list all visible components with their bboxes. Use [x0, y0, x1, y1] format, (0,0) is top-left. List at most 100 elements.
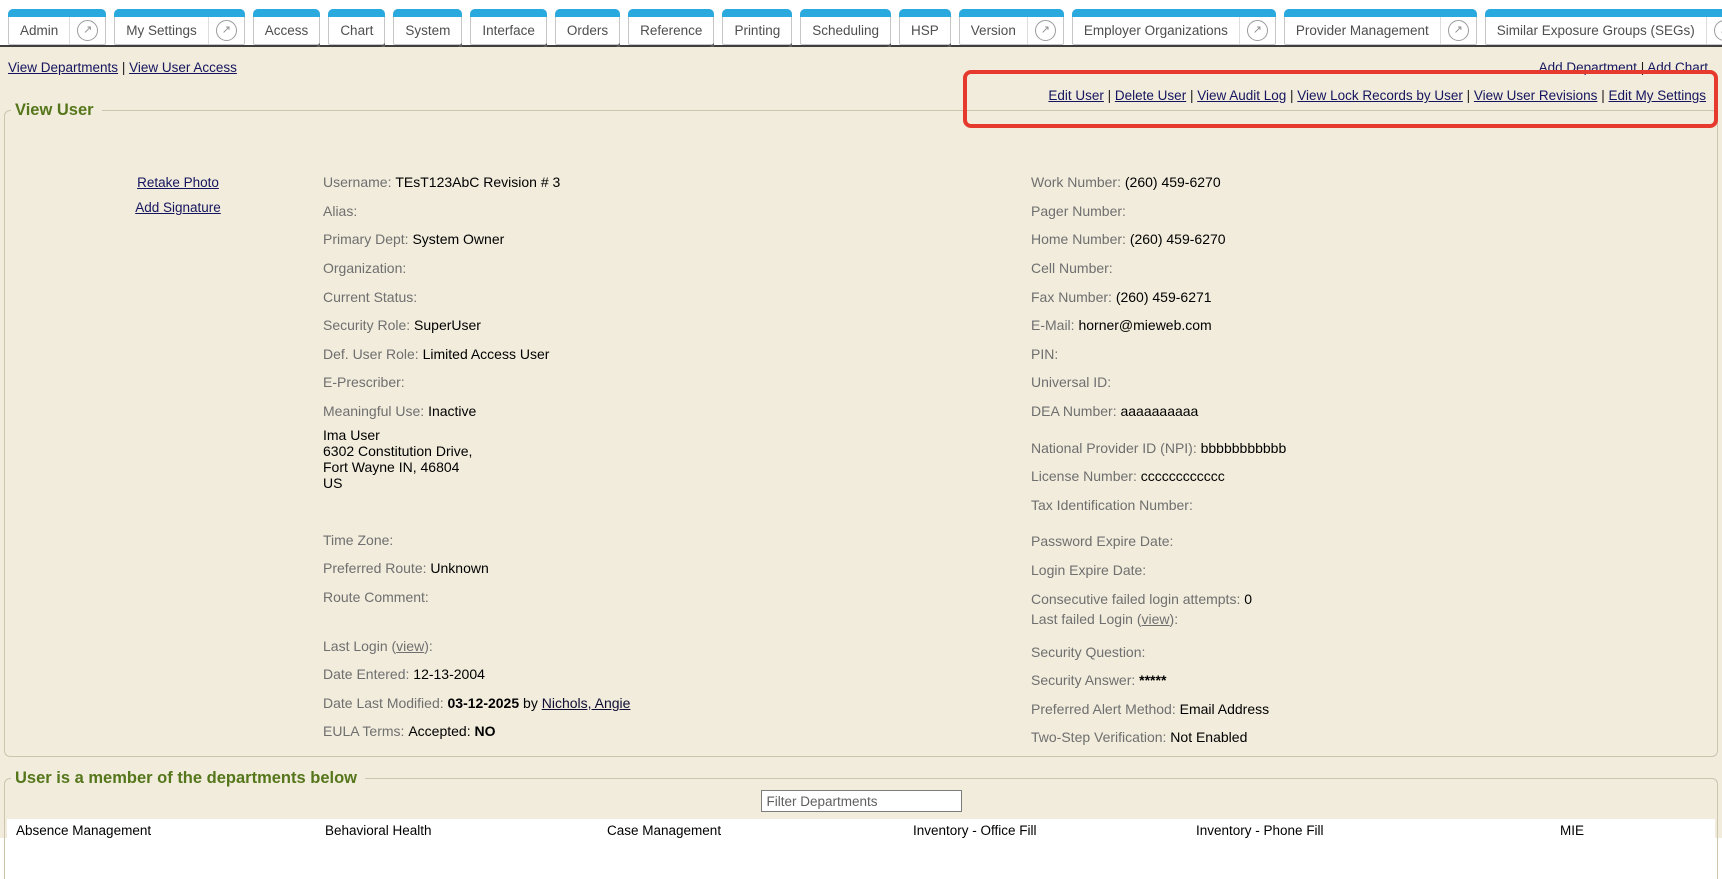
- tab-version[interactable]: Version ↗: [959, 9, 1064, 45]
- top-right-links: Add Department | Add Chart: [1539, 60, 1708, 75]
- department-absence-management[interactable]: Absence Management: [16, 823, 325, 838]
- tab-provider-management[interactable]: Provider Management↗: [1284, 9, 1477, 45]
- tab-external-segment[interactable]: ↗: [1239, 17, 1275, 44]
- separator: |: [1637, 60, 1647, 75]
- field-label: Password Expire Date:: [1031, 533, 1173, 549]
- tab-external-segment[interactable]: ↗: [1440, 17, 1476, 44]
- tab-bar: Admin↗My Settings↗AccessChartSystemInter…: [0, 0, 1722, 47]
- field-row: Meaningful Use: Inactive: [323, 397, 630, 426]
- field-value: Limited Access User: [423, 346, 550, 362]
- action-view-audit-log[interactable]: View Audit Log: [1197, 88, 1286, 103]
- departments-row: Absence ManagementBehavioral HealthCase …: [7, 819, 1715, 852]
- action-view-lock-records-by-user[interactable]: View Lock Records by User: [1297, 88, 1463, 103]
- action-view-user-revisions[interactable]: View User Revisions: [1474, 88, 1598, 103]
- link-retake-photo[interactable]: Retake Photo: [137, 170, 219, 195]
- field-row: Username: TEsT123AbC Revision # 3: [323, 168, 630, 197]
- inline-link-view[interactable]: view: [1142, 611, 1170, 627]
- tab-printing[interactable]: Printing: [722, 9, 792, 45]
- filter-departments-input[interactable]: [761, 790, 962, 812]
- tab-hsp[interactable]: HSP: [899, 9, 951, 45]
- tab-admin[interactable]: Admin ↗: [8, 9, 106, 45]
- department-inventory-office-fill[interactable]: Inventory - Office Fill: [913, 823, 1196, 838]
- field-row: Work Number: (260) 459-6270: [1031, 168, 1286, 197]
- field-row: Primary Dept: System Owner: [323, 225, 630, 254]
- field-label: Alias:: [323, 203, 357, 219]
- tab-interface[interactable]: Interface: [470, 9, 547, 45]
- department-inventory-phone-fill[interactable]: Inventory - Phone Fill: [1196, 823, 1560, 838]
- field-row: Last failed Login (view):: [1031, 609, 1286, 629]
- departments-title: User is a member of the departments belo…: [11, 769, 365, 788]
- address-line: 6302 Constitution Drive,: [323, 444, 630, 460]
- link-view-user-access[interactable]: View User Access: [129, 60, 237, 75]
- external-link-icon: ↗: [1035, 20, 1056, 41]
- field-value: cccccccccccc: [1141, 468, 1225, 484]
- field-label: Login Expire Date:: [1031, 562, 1146, 578]
- tab-similar-exposure-groups-segs[interactable]: Similar Exposure Groups (SEGs)↗: [1485, 9, 1722, 45]
- link-add-chart[interactable]: Add Chart: [1647, 60, 1708, 75]
- field-value: bbbbbbbbbbb: [1201, 440, 1287, 456]
- action-edit-my-settings[interactable]: Edit My Settings: [1608, 88, 1706, 103]
- tab-label: Orders: [556, 17, 619, 44]
- tab-external-segment[interactable]: ↗: [1027, 17, 1063, 44]
- tab-external-segment[interactable]: ↗: [1706, 17, 1722, 44]
- field-value: 0: [1244, 591, 1252, 607]
- tab-reference[interactable]: Reference: [628, 9, 714, 45]
- tab-label: Admin: [9, 17, 69, 44]
- photo-link-wrap: Add Signature: [73, 195, 283, 220]
- tab-my-settings[interactable]: My Settings↗: [114, 9, 245, 45]
- field-row: Fax Number: (260) 459-6271: [1031, 282, 1286, 311]
- inline-link-view[interactable]: view: [396, 638, 424, 654]
- tab-label: Interface: [471, 17, 546, 44]
- action-delete-user[interactable]: Delete User: [1115, 88, 1186, 103]
- tab-label: System: [394, 17, 461, 44]
- tab-scheduling[interactable]: Scheduling: [800, 9, 891, 45]
- external-link-icon: ↗: [216, 20, 237, 41]
- field-label: Meaningful Use:: [323, 403, 428, 419]
- field-row: DEA Number: aaaaaaaaaa: [1031, 397, 1286, 426]
- link-add-department[interactable]: Add Department: [1539, 60, 1637, 75]
- tab-label: Reference: [629, 17, 713, 44]
- external-link-icon: ↗: [77, 20, 98, 41]
- field-value: TEsT123AbC Revision # 3: [395, 174, 560, 190]
- field-value: Accepted:: [408, 723, 474, 739]
- field-label: Primary Dept:: [323, 231, 412, 247]
- tab-orders[interactable]: Orders: [555, 9, 620, 45]
- link-add-signature[interactable]: Add Signature: [135, 195, 221, 220]
- tab-employer-organizations[interactable]: Employer Organizations↗: [1072, 9, 1276, 45]
- field-row: Security Question:: [1031, 637, 1286, 666]
- tab-system[interactable]: System: [393, 9, 462, 45]
- field-row: Def. User Role: Limited Access User: [323, 340, 630, 369]
- tab-chart[interactable]: Chart: [328, 9, 385, 45]
- action-edit-user[interactable]: Edit User: [1048, 88, 1104, 103]
- departments-section: User is a member of the departments belo…: [4, 769, 1718, 879]
- address-line: US: [323, 476, 630, 492]
- field-label: Preferred Route:: [323, 560, 430, 576]
- field-row: Alias:: [323, 197, 630, 226]
- tab-label: Version: [960, 17, 1027, 44]
- inline-link-nichols-angie[interactable]: Nichols, Angie: [542, 695, 631, 711]
- department-behavioral-health[interactable]: Behavioral Health: [325, 823, 607, 838]
- tab-external-segment[interactable]: ↗: [69, 17, 105, 44]
- tab-access[interactable]: Access: [253, 9, 321, 45]
- field-label: Def. User Role:: [323, 346, 423, 362]
- field-row: EULA Terms: Accepted: NO: [323, 717, 630, 746]
- address-block: Ima User6302 Constitution Drive,Fort Way…: [323, 428, 630, 491]
- field-value: SuperUser: [414, 317, 481, 333]
- field-row: Tax Identification Number:: [1031, 491, 1286, 520]
- field-value: Inactive: [428, 403, 476, 419]
- field-value: (260) 459-6270: [1125, 174, 1221, 190]
- field-label: Security Role:: [323, 317, 414, 333]
- breadcrumb: View Departments | View User Access: [8, 60, 237, 75]
- user-fields-column-left: Username: TEsT123AbC Revision # 3 Alias: P…: [323, 168, 630, 746]
- department-mie[interactable]: MIE: [1560, 823, 1715, 838]
- field-value: horner@mieweb.com: [1078, 317, 1211, 333]
- content-area: View Departments | View User Access Add …: [0, 47, 1722, 838]
- tab-label: Similar Exposure Groups (SEGs): [1486, 17, 1706, 44]
- link-view-departments[interactable]: View Departments: [8, 60, 118, 75]
- field-label: PIN:: [1031, 346, 1058, 362]
- field-row: Pager Number:: [1031, 197, 1286, 226]
- field-label: Fax Number:: [1031, 289, 1116, 305]
- tab-external-segment[interactable]: ↗: [208, 17, 244, 44]
- field-label: Home Number:: [1031, 231, 1130, 247]
- department-case-management[interactable]: Case Management: [607, 823, 913, 838]
